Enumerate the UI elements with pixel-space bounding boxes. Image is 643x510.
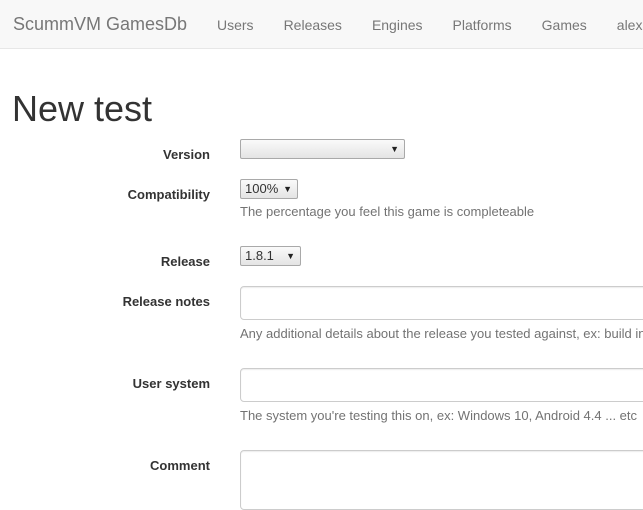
compatibility-help-text: The percentage you feel this game is com…	[240, 204, 535, 219]
nav-link-user-account[interactable]: alexbev	[602, 15, 643, 35]
compatibility-label: Compatibility	[127, 187, 210, 202]
navbar: ScummVM GamesDb Users Releases Engines P…	[0, 0, 643, 49]
nav-link-games[interactable]: Games	[527, 15, 602, 35]
version-label: Version	[163, 147, 210, 162]
nav-links: Users Releases Engines Platforms Games a…	[202, 0, 643, 48]
user-system-label: User system	[132, 376, 210, 391]
chevron-down-icon: ▼	[286, 251, 295, 261]
release-label: Release	[160, 254, 210, 269]
brand-link[interactable]: ScummVM GamesDb	[13, 13, 187, 35]
release-select[interactable]: 1.8.1 ▼	[240, 246, 301, 266]
comment-label: Comment	[150, 458, 210, 473]
nav-link-releases[interactable]: Releases	[269, 15, 357, 35]
release-notes-label: Release notes	[122, 294, 210, 309]
compatibility-select[interactable]: 100% ▼	[240, 179, 298, 199]
nav-link-users[interactable]: Users	[202, 15, 269, 35]
compatibility-select-value: 100%	[245, 181, 279, 196]
chevron-down-icon: ▼	[390, 144, 399, 154]
nav-link-platforms[interactable]: Platforms	[438, 15, 527, 35]
comment-textarea[interactable]	[240, 450, 643, 510]
version-select[interactable]: ▼	[240, 139, 405, 159]
user-system-help-text: The system you're testing this on, ex: W…	[240, 408, 638, 423]
user-system-input[interactable]	[240, 368, 643, 402]
release-notes-help-text: Any additional details about the release…	[240, 326, 643, 341]
chevron-down-icon: ▼	[283, 184, 292, 194]
release-notes-input[interactable]	[240, 286, 643, 320]
nav-link-engines[interactable]: Engines	[357, 15, 438, 35]
release-select-value: 1.8.1	[245, 248, 274, 263]
page-title: New test	[12, 88, 153, 129]
